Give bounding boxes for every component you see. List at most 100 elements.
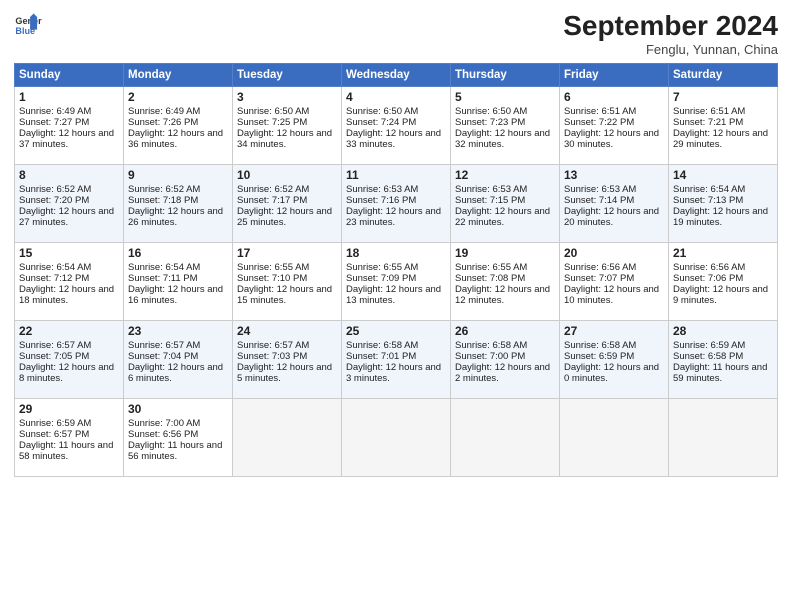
day-number: 27 bbox=[564, 324, 664, 338]
table-cell: 3Sunrise: 6:50 AMSunset: 7:25 PMDaylight… bbox=[233, 87, 342, 165]
sunset-text: Sunset: 7:08 PM bbox=[455, 273, 525, 284]
sunset-text: Sunset: 7:24 PM bbox=[346, 117, 416, 128]
table-cell: 23 Sunrise: 6:57 AMSunset: 7:04 PMDayligh… bbox=[124, 321, 233, 399]
table-cell: 8Sunrise: 6:52 AMSunset: 7:20 PMDaylight… bbox=[15, 165, 124, 243]
sunrise-text: Sunrise: 6:53 AM bbox=[346, 184, 418, 195]
sunset-text: Sunset: 7:20 PM bbox=[19, 195, 89, 206]
sunset-text: Sunset: 7:11 PM bbox=[128, 273, 198, 284]
week-row: 22Sunrise: 6:57 AMSunset: 7:05 PMDayligh… bbox=[15, 321, 778, 399]
daylight-text: Daylight: 12 hours and 18 minutes. bbox=[19, 284, 114, 306]
table-cell: 13Sunrise: 6:53 AMSunset: 7:14 PMDayligh… bbox=[560, 165, 669, 243]
table-cell: 28Sunrise: 6:59 AMSunset: 6:58 PMDayligh… bbox=[669, 321, 778, 399]
daylight-text: Daylight: 12 hours and 32 minutes. bbox=[455, 128, 550, 150]
sunrise-text: Sunrise: 6:51 AM bbox=[673, 106, 745, 117]
sunset-text: Sunset: 7:12 PM bbox=[19, 273, 89, 284]
sunrise-text: Sunrise: 6:54 AM bbox=[19, 262, 91, 273]
daylight-text: Daylight: 12 hours and 36 minutes. bbox=[128, 128, 223, 150]
sunrise-text: Sunrise: 6:52 AM bbox=[19, 184, 91, 195]
day-number: 26 bbox=[455, 324, 555, 338]
table-cell: 16Sunrise: 6:54 AMSunset: 7:11 PMDayligh… bbox=[124, 243, 233, 321]
sunset-text: Sunset: 6:56 PM bbox=[128, 429, 198, 440]
daylight-text: Daylight: 12 hours and 25 minutes. bbox=[237, 206, 332, 228]
sunset-text: Sunset: 7:09 PM bbox=[346, 273, 416, 284]
sunrise-text: Sunrise: 6:53 AM bbox=[455, 184, 527, 195]
sunrise-text: Sunrise: 6:50 AM bbox=[455, 106, 527, 117]
week-row: 15Sunrise: 6:54 AMSunset: 7:12 PMDayligh… bbox=[15, 243, 778, 321]
sunset-text: Sunset: 7:25 PM bbox=[237, 117, 307, 128]
table-cell: 9Sunrise: 6:52 AMSunset: 7:18 PMDaylight… bbox=[124, 165, 233, 243]
table-cell: 4Sunrise: 6:50 AMSunset: 7:24 PMDaylight… bbox=[342, 87, 451, 165]
sunrise-text: Sunrise: 6:57 AM bbox=[128, 340, 200, 351]
sunrise-text: Sunrise: 6:59 AM bbox=[673, 340, 745, 351]
day-number: 17 bbox=[237, 246, 337, 260]
daylight-text: Daylight: 12 hours and 23 minutes. bbox=[346, 206, 441, 228]
logo-icon: General Blue bbox=[14, 10, 42, 38]
table-cell: 25Sunrise: 6:58 AMSunset: 7:01 PMDayligh… bbox=[342, 321, 451, 399]
sunset-text: Sunset: 7:00 PM bbox=[455, 351, 525, 362]
daylight-text: Daylight: 12 hours and 26 minutes. bbox=[128, 206, 223, 228]
day-number: 14 bbox=[673, 168, 773, 182]
table-cell: 12Sunrise: 6:53 AMSunset: 7:15 PMDayligh… bbox=[451, 165, 560, 243]
sunset-text: Sunset: 7:26 PM bbox=[128, 117, 198, 128]
day-number: 11 bbox=[346, 168, 446, 182]
daylight-text: Daylight: 12 hours and 6 minutes. bbox=[128, 362, 223, 384]
day-number: 12 bbox=[455, 168, 555, 182]
sunrise-text: Sunrise: 6:58 AM bbox=[455, 340, 527, 351]
sunset-text: Sunset: 7:04 PM bbox=[128, 351, 198, 362]
col-friday: Friday bbox=[560, 64, 669, 87]
header: General Blue September 2024 Fenglu, Yunn… bbox=[14, 10, 778, 57]
table-cell: 17Sunrise: 6:55 AMSunset: 7:10 PMDayligh… bbox=[233, 243, 342, 321]
table-cell: 30Sunrise: 7:00 AMSunset: 6:56 PMDayligh… bbox=[124, 399, 233, 477]
sunset-text: Sunset: 7:17 PM bbox=[237, 195, 307, 206]
calendar-table: Sunday Monday Tuesday Wednesday Thursday… bbox=[14, 63, 778, 477]
sunset-text: Sunset: 7:23 PM bbox=[455, 117, 525, 128]
col-monday: Monday bbox=[124, 64, 233, 87]
sunset-text: Sunset: 7:21 PM bbox=[673, 117, 743, 128]
col-thursday: Thursday bbox=[451, 64, 560, 87]
daylight-text: Daylight: 12 hours and 10 minutes. bbox=[564, 284, 659, 306]
table-cell: 2Sunrise: 6:49 AMSunset: 7:26 PMDaylight… bbox=[124, 87, 233, 165]
day-number: 7 bbox=[673, 90, 773, 104]
daylight-text: Daylight: 12 hours and 29 minutes. bbox=[673, 128, 768, 150]
logo: General Blue bbox=[14, 10, 42, 38]
sunrise-text: Sunrise: 6:52 AM bbox=[237, 184, 309, 195]
col-wednesday: Wednesday bbox=[342, 64, 451, 87]
table-cell bbox=[451, 399, 560, 477]
day-number: 21 bbox=[673, 246, 773, 260]
daylight-text: Daylight: 12 hours and 13 minutes. bbox=[346, 284, 441, 306]
daylight-text: Daylight: 12 hours and 9 minutes. bbox=[673, 284, 768, 306]
daylight-text: Daylight: 12 hours and 27 minutes. bbox=[19, 206, 114, 228]
daylight-text: Daylight: 12 hours and 20 minutes. bbox=[564, 206, 659, 228]
daylight-text: Daylight: 12 hours and 5 minutes. bbox=[237, 362, 332, 384]
day-number: 29 bbox=[19, 402, 119, 416]
day-number: 13 bbox=[564, 168, 664, 182]
sunrise-text: Sunrise: 6:50 AM bbox=[237, 106, 309, 117]
sunset-text: Sunset: 6:58 PM bbox=[673, 351, 743, 362]
daylight-text: Daylight: 12 hours and 22 minutes. bbox=[455, 206, 550, 228]
sunset-text: Sunset: 7:05 PM bbox=[19, 351, 89, 362]
table-cell: 19Sunrise: 6:55 AMSunset: 7:08 PMDayligh… bbox=[451, 243, 560, 321]
col-saturday: Saturday bbox=[669, 64, 778, 87]
sunset-text: Sunset: 7:07 PM bbox=[564, 273, 634, 284]
sunrise-text: Sunrise: 6:57 AM bbox=[19, 340, 91, 351]
sunset-text: Sunset: 7:03 PM bbox=[237, 351, 307, 362]
sunset-text: Sunset: 6:57 PM bbox=[19, 429, 89, 440]
table-cell: 21Sunrise: 6:56 AMSunset: 7:06 PMDayligh… bbox=[669, 243, 778, 321]
daylight-text: Daylight: 12 hours and 2 minutes. bbox=[455, 362, 550, 384]
day-number: 4 bbox=[346, 90, 446, 104]
col-tuesday: Tuesday bbox=[233, 64, 342, 87]
daylight-text: Daylight: 12 hours and 0 minutes. bbox=[564, 362, 659, 384]
week-row: 8Sunrise: 6:52 AMSunset: 7:20 PMDaylight… bbox=[15, 165, 778, 243]
header-row: Sunday Monday Tuesday Wednesday Thursday… bbox=[15, 64, 778, 87]
day-number: 2 bbox=[128, 90, 228, 104]
sunrise-text: Sunrise: 6:53 AM bbox=[564, 184, 636, 195]
sunrise-text: Sunrise: 6:58 AM bbox=[346, 340, 418, 351]
table-cell: 15Sunrise: 6:54 AMSunset: 7:12 PMDayligh… bbox=[15, 243, 124, 321]
day-number: 23 bbox=[128, 324, 228, 338]
sunset-text: Sunset: 7:13 PM bbox=[673, 195, 743, 206]
table-cell bbox=[233, 399, 342, 477]
day-number: 19 bbox=[455, 246, 555, 260]
day-number: 5 bbox=[455, 90, 555, 104]
col-sunday: Sunday bbox=[15, 64, 124, 87]
table-cell: 20Sunrise: 6:56 AMSunset: 7:07 PMDayligh… bbox=[560, 243, 669, 321]
